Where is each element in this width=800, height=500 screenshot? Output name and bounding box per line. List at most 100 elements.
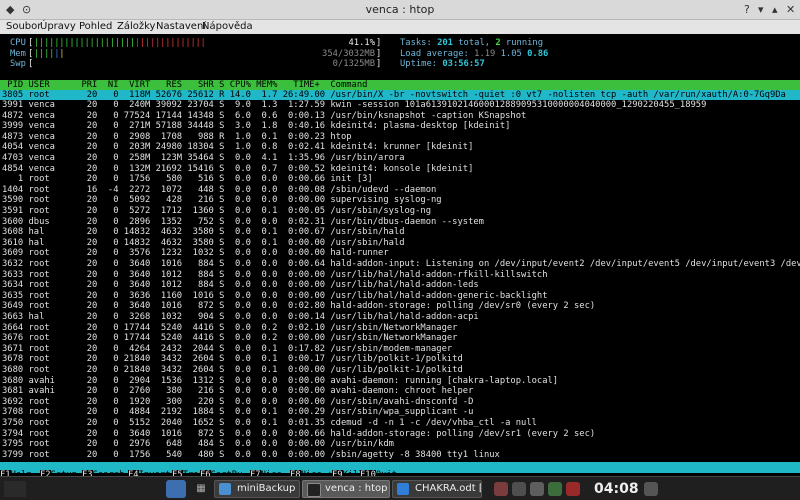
menu-nastaveni[interactable]: Nastavení (156, 20, 206, 34)
process-row[interactable]: 3999 venca 20 0 271M 57188 34448 S 3.0 1… (2, 121, 510, 131)
minimize-icon[interactable]: ▾ (758, 3, 764, 17)
maximize-icon[interactable]: ▴ (772, 3, 778, 17)
swp-meter-bracket-open: [ (28, 59, 34, 69)
process-row[interactable]: 3591 root 20 0 5272 1712 1360 S 0.0 0.1 … (2, 206, 431, 216)
process-row[interactable]: 3610 hal 20 0 14832 4632 3580 S 0.0 0.1 … (2, 238, 405, 248)
task-chakra-odt[interactable]: CHAKRA.odt [mo (392, 480, 482, 498)
process-row[interactable]: 3708 root 20 0 4884 2192 1884 S 0.0 0.1 … (2, 407, 473, 417)
cpu-meter-value: 41.1% (348, 38, 375, 48)
task-minibackup-label: miniBackup - Vyh (237, 483, 299, 494)
mem-meter-label: Mem (10, 49, 26, 59)
process-row[interactable]: 3663 hal 20 0 3268 1032 904 S 0.0 0.0 0:… (2, 312, 479, 322)
task-venca-htop[interactable]: venca : htop (302, 480, 390, 498)
process-row[interactable]: 3676 root 20 0 17744 5240 4416 S 0.0 0.2… (2, 333, 457, 343)
fkey-f7[interactable]: F7Nice - (250, 462, 292, 480)
swp-meter-value: 0/1325MB (332, 59, 375, 69)
process-row[interactable]: 3678 root 20 0 21840 3432 2604 S 0.0 0.1… (2, 354, 463, 364)
function-key-bar: F1Help F2Setup F3Search F4Invert F5Tree F6Sor… (0, 462, 800, 480)
process-row[interactable]: 3633 root 20 0 3640 1012 884 S 0.0 0.0 0… (2, 270, 548, 280)
process-row[interactable]: 3681 avahi 20 0 2760 380 216 S 0.0 0.0 0… (2, 386, 473, 396)
swp-meter-label: Swp (10, 59, 26, 69)
mem-meter-value: 354/3032MB (322, 49, 375, 59)
selected-process-row[interactable]: 3805 root 20 0 118M 52676 25612 R 14.0 1… (0, 90, 800, 100)
fkey-f8[interactable]: F8Nice + (290, 462, 332, 480)
process-row[interactable]: 1 root 20 0 1756 580 516 S 0.0 0.0 0:00.… (2, 174, 373, 184)
process-row[interactable]: 3671 root 20 0 4264 2432 2044 S 0.0 0.1 … (2, 344, 452, 354)
process-row[interactable]: 3991 venca 20 0 240M 39092 23704 S 9.0 1… (2, 100, 706, 110)
fkey-f5[interactable]: F5Tree (172, 462, 204, 480)
fkey-f6[interactable]: F6SortBy (200, 462, 242, 480)
process-row[interactable]: 1404 root 16 -4 2272 1072 448 S 0.0 0.0 … (2, 185, 436, 195)
tasks-summary: Tasks: 201 total, 2 running (400, 38, 544, 48)
selected-process-text: 3805 root 20 0 118M 52676 25612 R 14.0 1… (2, 90, 786, 100)
application-launcher-icon[interactable] (166, 480, 186, 498)
process-row[interactable]: 3634 root 20 0 3640 1012 884 S 0.0 0.0 0… (2, 280, 479, 290)
process-row[interactable]: 3664 root 20 0 17744 5240 4416 S 0.0 0.2… (2, 323, 457, 333)
fkey-f2[interactable]: F2Setup (40, 462, 77, 480)
process-row[interactable]: 3635 root 20 0 3636 1160 1016 S 0.0 0.0 … (2, 291, 548, 301)
process-row[interactable]: 3692 root 20 0 1920 300 220 S 0.0 0.0 0:… (2, 397, 473, 407)
header-columns: PID USER PRI NI VIRT RES SHR S CPU% MEM%… (2, 80, 368, 90)
clock[interactable]: 04:08 (594, 481, 639, 497)
process-row[interactable]: 4872 venca 20 0 77524 17144 14348 S 6.0 … (2, 111, 526, 121)
network-icon[interactable] (512, 482, 526, 496)
cpu-meter-bracket-open: [ (28, 38, 34, 48)
volume-icon[interactable] (530, 482, 544, 496)
process-row[interactable]: 3680 root 20 0 21840 3432 2604 S 0.0 0.1… (2, 365, 463, 375)
notification-icon[interactable] (566, 482, 580, 496)
konsole-app-icon (307, 483, 321, 497)
process-row[interactable]: 3608 hal 20 0 14832 4632 3580 S 0.0 0.1 … (2, 227, 405, 237)
uptime: Uptime: 03:56:57 (400, 59, 485, 69)
process-row[interactable]: 3799 root 20 0 1756 540 480 S 0.0 0.0 0:… (2, 450, 500, 460)
taskbar: ▦ miniBackup - Vyh venca : htop CHAKRA.o… (0, 476, 800, 500)
load-average: Load average: 1.19 1.05 0.86 (400, 49, 549, 59)
minibackup-app-icon (219, 483, 231, 495)
process-row[interactable]: 3609 root 20 0 3576 1232 1032 S 0.0 0.0 … (2, 248, 389, 258)
process-row[interactable]: 3649 root 20 0 3640 1016 872 S 0.0 0.0 0… (2, 301, 595, 311)
logout-icon[interactable] (4, 481, 26, 497)
process-row[interactable]: 3600 dbus 20 0 2896 1352 752 S 0.0 0.0 0… (2, 217, 484, 227)
fkey-f10[interactable]: F10Quit (360, 462, 397, 480)
mem-meter-bracket-open: [ (28, 49, 34, 59)
help-icon[interactable]: ? (744, 3, 750, 17)
writer-app-icon (397, 483, 409, 495)
process-row[interactable]: 4873 venca 20 0 2908 1708 988 R 1.0 0.1 … (2, 132, 352, 142)
menu-pohled[interactable]: Pohled (79, 20, 112, 34)
process-table-header[interactable]: PID USER PRI NI VIRT RES SHR S CPU% MEM%… (0, 80, 800, 90)
window-titlebar[interactable]: ◆ ⊙ venca : htop ? ▾ ▴ ✕ (0, 0, 800, 20)
fkey-f9[interactable]: F9Kill (332, 462, 364, 480)
process-row[interactable]: 3750 root 20 0 5152 2040 1652 S 0.0 0.1 … (2, 418, 537, 428)
process-row[interactable]: 4054 venca 20 0 203M 24980 18304 S 1.0 0… (2, 142, 473, 152)
task-chakra-odt-label: CHAKRA.odt [mo (415, 483, 481, 494)
tray-app-icon[interactable] (494, 482, 508, 496)
fkey-f4[interactable]: F4Invert (128, 462, 170, 480)
task-venca-htop-label: venca : htop (325, 483, 388, 494)
mem-meter-bracket-close: ] (376, 49, 382, 59)
process-row[interactable]: 3794 root 20 0 3640 1016 872 S 0.0 0.0 0… (2, 429, 595, 439)
process-row[interactable]: 3590 root 20 0 5092 428 216 S 0.0 0.0 0:… (2, 195, 442, 205)
process-row[interactable]: 3680 avahi 20 0 2904 1536 1312 S 0.0 0.0… (2, 376, 558, 386)
menu-napoveda[interactable]: Nápověda (202, 20, 253, 34)
fkey-f1[interactable]: F1Help (0, 462, 32, 480)
cpu-meter-label: CPU (10, 38, 26, 48)
process-row[interactable]: 3795 root 20 0 2976 648 484 S 0.0 0.0 0:… (2, 439, 394, 449)
process-row[interactable]: 3632 root 20 0 3640 1016 884 S 0.0 0.0 0… (2, 259, 800, 269)
panel-toolbox-icon[interactable] (644, 482, 658, 496)
close-icon[interactable]: ✕ (786, 3, 795, 17)
menu-zalozky[interactable]: Záložky (117, 20, 155, 34)
process-row[interactable]: 4854 venca 20 0 132M 21692 15416 S 0.0 0… (2, 164, 473, 174)
mem-meter-bar: |||||| (34, 49, 65, 59)
cpu-meter-bar: |||||||||||||||||||||||||||||||||| (34, 38, 206, 48)
menu-soubor[interactable]: Soubor (6, 20, 41, 34)
menu-upravy[interactable]: Úpravy (40, 20, 76, 34)
menu-bar: Soubor Úpravy Pohled Záložky Nastavení N… (0, 20, 800, 34)
terminal-area[interactable]: CPU [ ||||||||||||||||||||||||||||||||||… (0, 34, 800, 480)
swp-meter-bracket-close: ] (376, 59, 382, 69)
window-title: venca : htop (365, 3, 435, 16)
process-row[interactable]: 4703 venca 20 0 258M 123M 35464 S 0.0 4.… (2, 153, 405, 163)
cpu-meter-bracket-close: ] (376, 38, 382, 48)
fkey-f3[interactable]: F3Search (82, 462, 124, 480)
task-minibackup[interactable]: miniBackup - Vyh (214, 480, 300, 498)
show-desktop-icon[interactable]: ▦ (190, 481, 212, 497)
battery-icon[interactable] (548, 482, 562, 496)
